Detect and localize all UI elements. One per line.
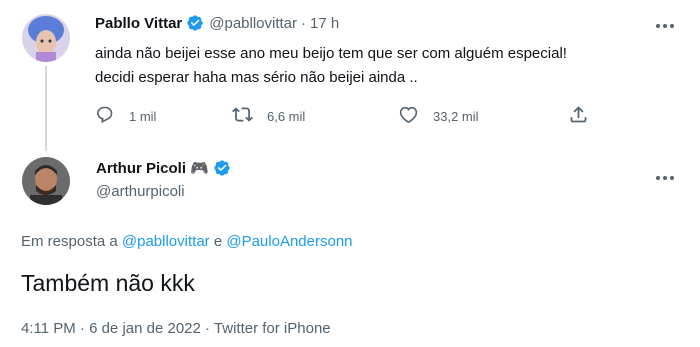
in-reply-and: e bbox=[209, 233, 227, 250]
avatar-pabllo[interactable] bbox=[22, 14, 70, 62]
parent-display-name[interactable]: Pabllo Vittar bbox=[95, 15, 182, 32]
share-icon bbox=[568, 104, 589, 128]
share-button[interactable] bbox=[568, 104, 589, 128]
like-button[interactable]: 33,2 mil bbox=[398, 104, 479, 128]
verified-badge-icon bbox=[213, 159, 231, 177]
action-bar: 1 mil 6,6 mil 33,2 mil bbox=[90, 104, 610, 130]
parent-handle[interactable]: @pabllovittar bbox=[209, 15, 297, 32]
in-reply-to: Em resposta a @pabllovittar e @PauloAnde… bbox=[21, 233, 353, 250]
reply-handle[interactable]: @arthurpicoli bbox=[96, 183, 185, 200]
reply-tweet-header: Arthur Picoli 🎮 bbox=[96, 159, 231, 177]
parent-text-line-2: decidi esperar haha mas sério não beijei… bbox=[95, 69, 418, 86]
parent-tweet-text: ainda não beijei esse ano meu beijo tem … bbox=[95, 42, 665, 90]
in-reply-user-link[interactable]: @pabllovittar bbox=[122, 233, 210, 250]
in-reply-prefix: Em resposta a bbox=[21, 233, 122, 250]
verified-badge-icon bbox=[186, 14, 204, 32]
like-icon bbox=[398, 104, 419, 128]
reply-icon bbox=[94, 104, 115, 128]
avatar-arthur[interactable] bbox=[22, 157, 70, 205]
tweet-timestamp[interactable]: 4:11 PM · 6 de jan de 2022 · Twitter for… bbox=[21, 320, 331, 337]
parent-text-line-1: ainda não beijei esse ano meu beijo tem … bbox=[95, 45, 567, 62]
retweet-button[interactable]: 6,6 mil bbox=[232, 104, 305, 128]
parent-tweet-header: Pabllo Vittar @pabllovittar · 17 h bbox=[95, 14, 339, 32]
reply-count: 1 mil bbox=[129, 108, 157, 124]
like-count: 33,2 mil bbox=[433, 108, 479, 124]
reply-tweet-text: Também não kkk bbox=[21, 270, 195, 296]
in-reply-user-link[interactable]: @PauloAndersonn bbox=[226, 233, 352, 250]
reply-button[interactable]: 1 mil bbox=[94, 104, 156, 128]
retweet-icon bbox=[232, 104, 253, 128]
more-icon[interactable] bbox=[655, 170, 675, 181]
parent-time[interactable]: 17 h bbox=[310, 15, 339, 32]
reply-display-name[interactable]: Arthur Picoli 🎮 bbox=[96, 159, 209, 177]
more-icon[interactable] bbox=[655, 18, 675, 29]
retweet-count: 6,6 mil bbox=[267, 108, 306, 124]
thread-line bbox=[45, 66, 47, 151]
separator-dot: · bbox=[301, 14, 307, 32]
